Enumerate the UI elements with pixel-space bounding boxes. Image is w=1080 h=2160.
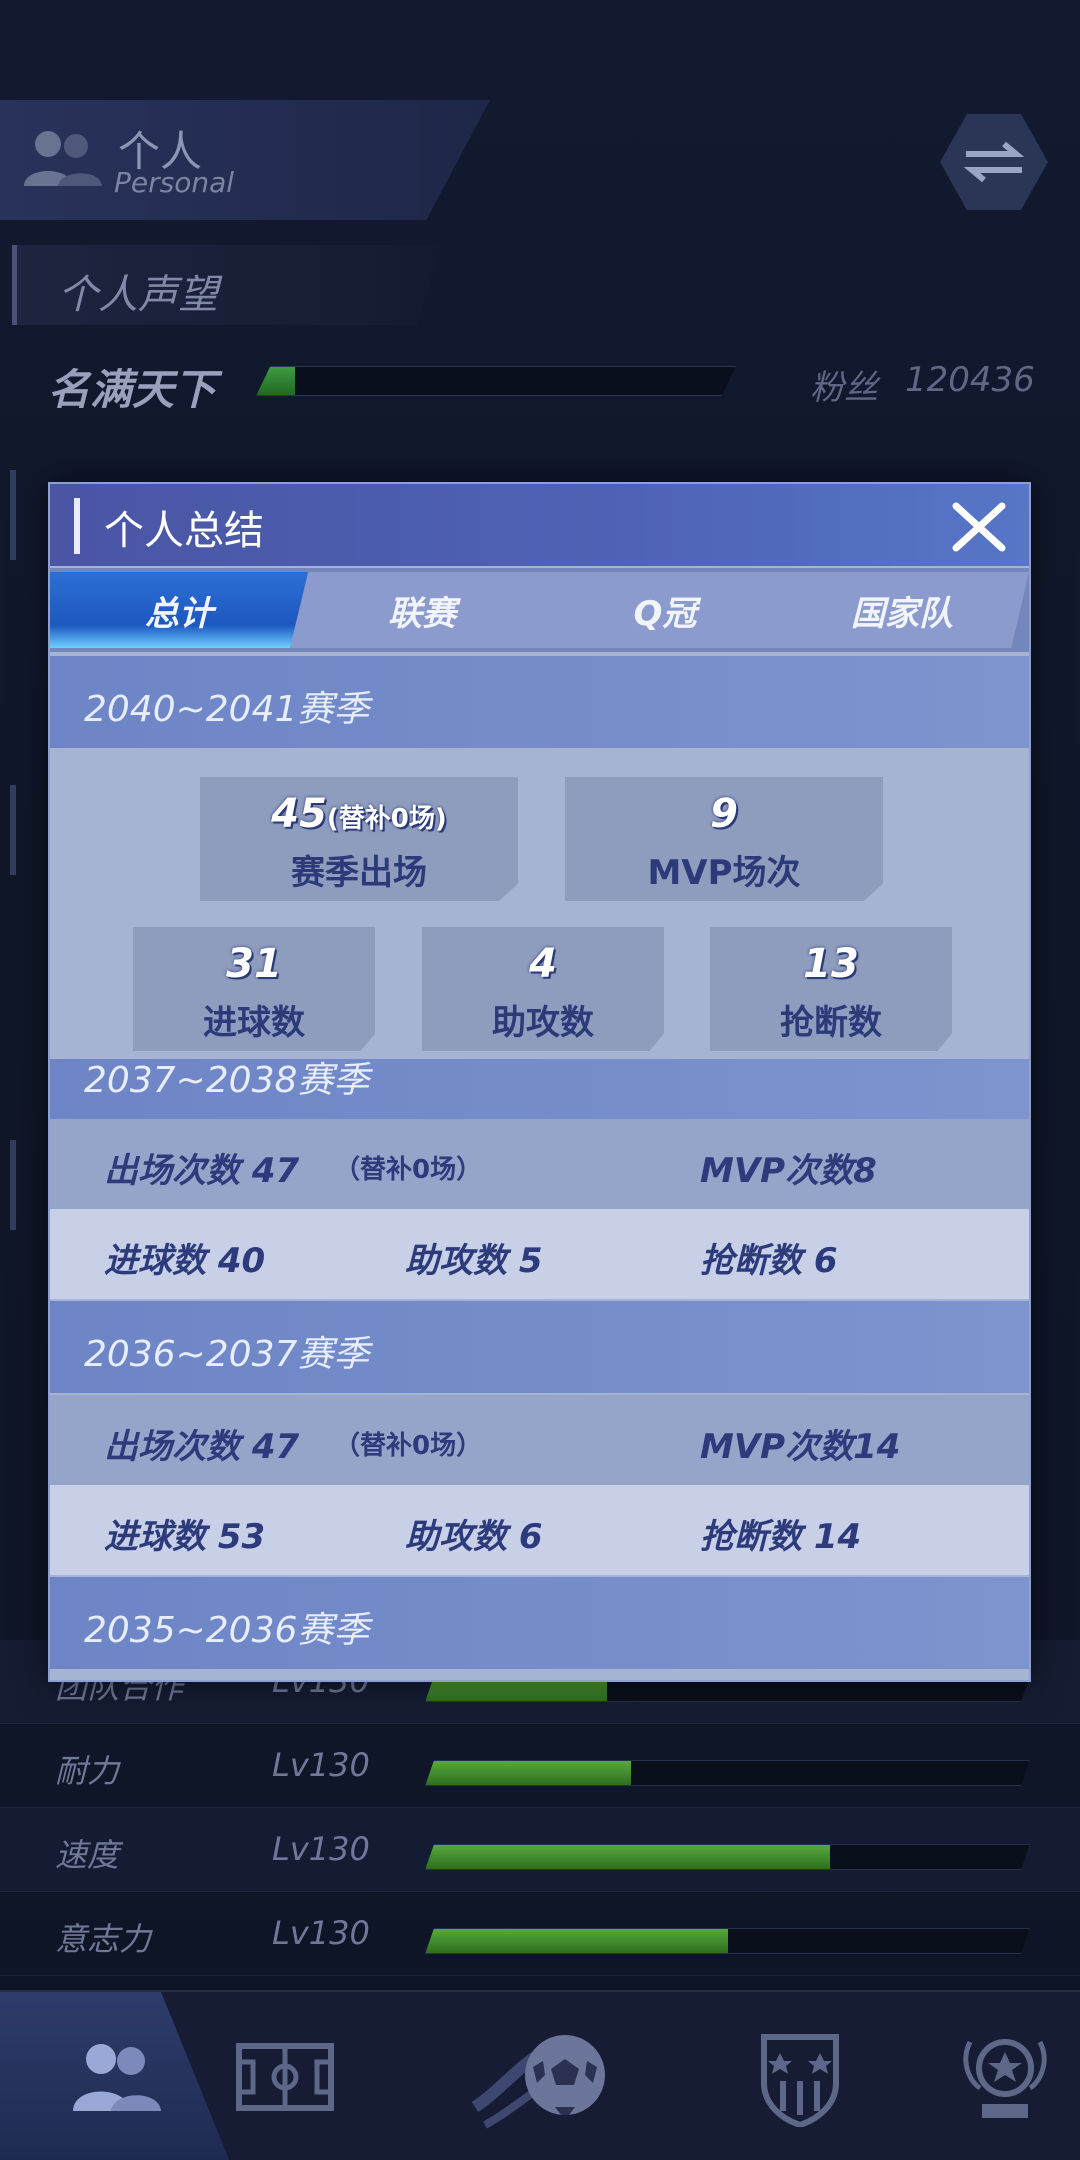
season-stats-row: 进球数 40 助攻数 5 抢断数 6 xyxy=(50,1209,1029,1299)
tab-total[interactable]: 总计 xyxy=(50,572,308,648)
trophy-icon xyxy=(963,2039,1047,2118)
attribute-progress-bar xyxy=(425,1760,1030,1786)
assists-value: 4 xyxy=(529,941,557,987)
appearances-stat: 出场次数 47 xyxy=(104,1427,300,1467)
attribute-level: Lv130 xyxy=(272,1830,370,1868)
tab-league[interactable]: 联赛 xyxy=(290,572,554,648)
attribute-progress-fill xyxy=(426,1761,632,1785)
nav-match[interactable] xyxy=(460,1992,620,2160)
title-accent-bar xyxy=(74,498,80,554)
fans-label: 粉丝 xyxy=(810,368,878,408)
swap-arrows-icon xyxy=(963,141,1025,183)
nav-pitch[interactable] xyxy=(225,1992,345,2160)
attribute-progress-fill xyxy=(426,1845,830,1869)
bottom-nav xyxy=(0,1990,1080,2160)
steals-card: 13 抢断数 xyxy=(710,927,952,1051)
page-header: 个人 Personal xyxy=(0,100,1080,220)
attribute-level: Lv130 xyxy=(272,1914,370,1952)
attribute-name: 耐力 xyxy=(55,1752,120,1790)
fame-level-label: 名满天下 xyxy=(48,365,217,414)
header-panel: 个人 Personal xyxy=(0,100,490,220)
section-marker xyxy=(10,785,16,875)
mvp-value: 9 xyxy=(710,791,738,837)
season-label: 2035~2036赛季 xyxy=(84,1610,370,1651)
appearances-value: 45(替补0场) xyxy=(271,791,447,837)
reputation-title: 个人声望 xyxy=(58,272,218,318)
attribute-level: Lv130 xyxy=(272,1746,370,1784)
section-marker xyxy=(10,1140,16,1230)
mvp-stat: MVP次数14 xyxy=(700,1427,901,1467)
fans-value: 120436 xyxy=(905,360,1035,400)
people-icon xyxy=(24,131,102,186)
attribute-row: 耐力 Lv130 xyxy=(0,1724,1080,1808)
season-header: 2035~2036赛季 xyxy=(50,1577,1029,1669)
header-subtitle: Personal xyxy=(114,166,235,199)
dialog-header: 个人总结 xyxy=(50,484,1029,566)
season-label: 2036~2037赛季 xyxy=(84,1334,370,1375)
season-stats-row: 出场次数 47 （替补0场） MVP次数8 xyxy=(50,1119,1029,1209)
attribute-progress-bar xyxy=(425,1844,1030,1870)
people-icon xyxy=(73,2044,161,2111)
substitute-note: （替补0场） xyxy=(334,1431,483,1461)
mvp-label: MVP场次 xyxy=(647,853,801,893)
season-stats-row: 出场次数 47 （替补0场） MVP次数14 xyxy=(50,1395,1029,1485)
steals-stat: 抢断数 14 xyxy=(700,1517,862,1557)
tab-q-cup[interactable]: Q冠 xyxy=(533,572,797,648)
attribute-list: 团队合作 Lv130 耐力 Lv130 速度 Lv130 意志力 Lv130 xyxy=(0,1640,1080,1980)
appearances-stat: 出场次数 47 xyxy=(104,1151,300,1191)
nav-club[interactable] xyxy=(740,1992,860,2160)
appearances-card: 45(替补0场) 赛季出场 xyxy=(200,777,518,901)
attribute-name: 意志力 xyxy=(55,1920,152,1958)
swap-button[interactable] xyxy=(940,114,1048,210)
nav-trophy[interactable] xyxy=(940,1992,1070,2160)
attribute-row: 速度 Lv130 xyxy=(0,1808,1080,1892)
personal-summary-dialog: 个人总结 总计 联赛 Q冠 国家队 2040~2041赛季 45(替补0场) 赛… xyxy=(48,482,1031,1682)
attribute-name: 速度 xyxy=(55,1836,120,1874)
mvp-stat: MVP次数8 xyxy=(700,1151,877,1191)
section-marker xyxy=(10,470,16,560)
soccer-ball-icon xyxy=(471,2035,605,2129)
goals-label: 进球数 xyxy=(203,1003,305,1043)
tab-national-team[interactable]: 国家队 xyxy=(775,572,1029,648)
attribute-progress-bar xyxy=(425,1928,1030,1954)
substitute-note: （替补0场） xyxy=(334,1155,483,1185)
goals-stat: 进球数 53 xyxy=(104,1517,266,1557)
assists-stat: 助攻数 5 xyxy=(405,1241,543,1281)
season-stats-row: 进球数 53 助攻数 6 抢断数 14 xyxy=(50,1485,1029,1575)
assists-stat: 助攻数 6 xyxy=(405,1517,543,1557)
goals-value: 31 xyxy=(226,941,282,987)
season-header: 2036~2037赛季 xyxy=(50,1301,1029,1393)
assists-card: 4 助攻数 xyxy=(422,927,664,1051)
goals-card: 31 进球数 xyxy=(133,927,375,1051)
steals-label: 抢断数 xyxy=(780,1003,882,1043)
assists-label: 助攻数 xyxy=(492,1003,594,1043)
appearances-label: 赛季出场 xyxy=(291,853,427,893)
attribute-row: 意志力 Lv130 xyxy=(0,1892,1080,1976)
goals-stat: 进球数 40 xyxy=(104,1241,266,1281)
season-header: 2040~2041赛季 xyxy=(50,656,1029,748)
season-label: 2037~2038赛季 xyxy=(84,1060,370,1101)
pitch-icon xyxy=(236,2043,334,2111)
season-stats-list[interactable]: 2040~2041赛季 45(替补0场) 赛季出场 9 MVP场次 31 进球数… xyxy=(50,656,1029,1680)
nav-personal[interactable] xyxy=(0,1992,230,2160)
season-label: 2040~2041赛季 xyxy=(84,689,370,730)
mvp-card: 9 MVP场次 xyxy=(565,777,883,901)
steals-value: 13 xyxy=(803,941,859,987)
steals-stat: 抢断数 6 xyxy=(700,1241,838,1281)
fame-progress-bar xyxy=(256,366,736,396)
dialog-title: 个人总结 xyxy=(104,508,264,554)
close-icon xyxy=(952,502,1006,552)
attribute-progress-fill xyxy=(426,1929,728,1953)
club-shield-icon xyxy=(761,2034,839,2127)
close-button[interactable] xyxy=(950,498,1008,556)
tab-bar: 总计 联赛 Q冠 国家队 xyxy=(50,568,1029,652)
season-header: 2037~2038赛季 xyxy=(50,1059,1029,1119)
